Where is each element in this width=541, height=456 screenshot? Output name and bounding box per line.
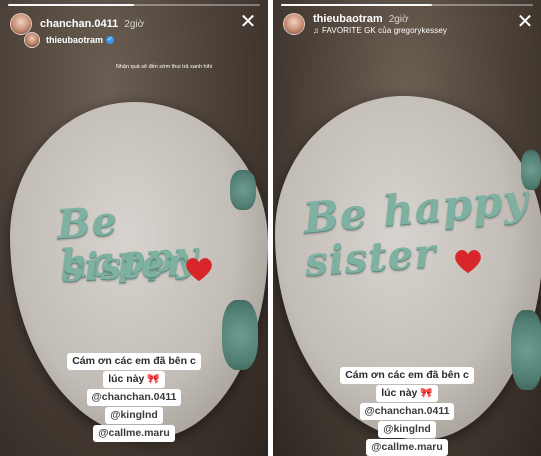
username[interactable]: thieubaotram bbox=[313, 13, 383, 25]
mention-link[interactable]: @callme.maru bbox=[366, 439, 448, 456]
story-panel-left[interactable]: Be happy sister chanchan.0411 2giờ thieu… bbox=[0, 0, 268, 456]
cake-text-line2: sister bbox=[303, 229, 438, 286]
bow-emoji-icon: 🎀 bbox=[420, 388, 433, 399]
user-block: chanchan.0411 2giờ bbox=[40, 18, 144, 30]
caption-text: lúc này bbox=[381, 387, 418, 399]
avatar[interactable] bbox=[283, 13, 305, 35]
story-panel-right[interactable]: Be happy sister thieubaotram 2giờ ♫ FAVO… bbox=[273, 0, 541, 456]
user-row: thieubaotram 2giờ bbox=[313, 13, 447, 25]
cake-text-line2: sister bbox=[60, 238, 189, 291]
bow-emoji-icon: 🎀 bbox=[147, 374, 160, 385]
caption-text: lúc này bbox=[108, 373, 145, 385]
music-note-icon: ♫ bbox=[313, 26, 319, 35]
mention-link[interactable]: @chanchan.0411 bbox=[86, 389, 182, 406]
story-progress-fill bbox=[281, 4, 433, 6]
mention-link[interactable]: @chanchan.0411 bbox=[359, 403, 455, 420]
music-row[interactable]: ♫ FAVORITE GK của gregorykessey bbox=[313, 26, 447, 35]
mention-link[interactable]: @kinglnd bbox=[105, 407, 163, 424]
caption-line: Cám ơn các em đã bên c bbox=[340, 367, 474, 384]
user-row: chanchan.0411 2giờ bbox=[40, 18, 144, 30]
verified-badge-icon: ✓ bbox=[106, 36, 115, 44]
mention-link[interactable]: @callme.maru bbox=[93, 425, 175, 442]
story-header: thieubaotram 2giờ ♫ FAVORITE GK của greg… bbox=[283, 10, 533, 38]
close-icon[interactable]: ✕ bbox=[515, 12, 535, 32]
caption-stack: Cám ơn các em đã bên c lúc này 🎀 @chanch… bbox=[0, 352, 268, 442]
mention-link[interactable]: @kinglnd bbox=[378, 421, 436, 438]
music-label: FAVORITE GK của gregorykessey bbox=[322, 26, 448, 35]
timestamp: 2giờ bbox=[124, 19, 145, 30]
caption-line: lúc này 🎀 bbox=[376, 385, 438, 402]
heart-icon bbox=[455, 249, 481, 274]
caption-line: lúc này 🎀 bbox=[103, 371, 165, 388]
story-progress-fill bbox=[8, 4, 134, 6]
user-block: thieubaotram 2giờ ♫ FAVORITE GK của greg… bbox=[313, 13, 447, 35]
small-caption: Nhận quà sẽ đến sớm thui trả xanh hihi bbox=[115, 64, 213, 70]
story-progress-bar bbox=[281, 4, 533, 6]
heart-icon bbox=[186, 257, 212, 282]
story-progress-bar bbox=[8, 4, 260, 6]
reshared-username: thieubaotram bbox=[46, 35, 104, 45]
timestamp: 2giờ bbox=[388, 14, 409, 25]
avatar bbox=[24, 32, 40, 48]
reshared-story-sticker[interactable]: thieubaotram ✓ bbox=[24, 32, 115, 48]
caption-stack: Cám ơn các em đã bên c lúc này 🎀 @chanch… bbox=[273, 366, 541, 456]
close-icon[interactable]: ✕ bbox=[238, 12, 258, 32]
caption-line: Cám ơn các em đã bên c bbox=[67, 353, 201, 370]
username[interactable]: chanchan.0411 bbox=[40, 18, 118, 30]
